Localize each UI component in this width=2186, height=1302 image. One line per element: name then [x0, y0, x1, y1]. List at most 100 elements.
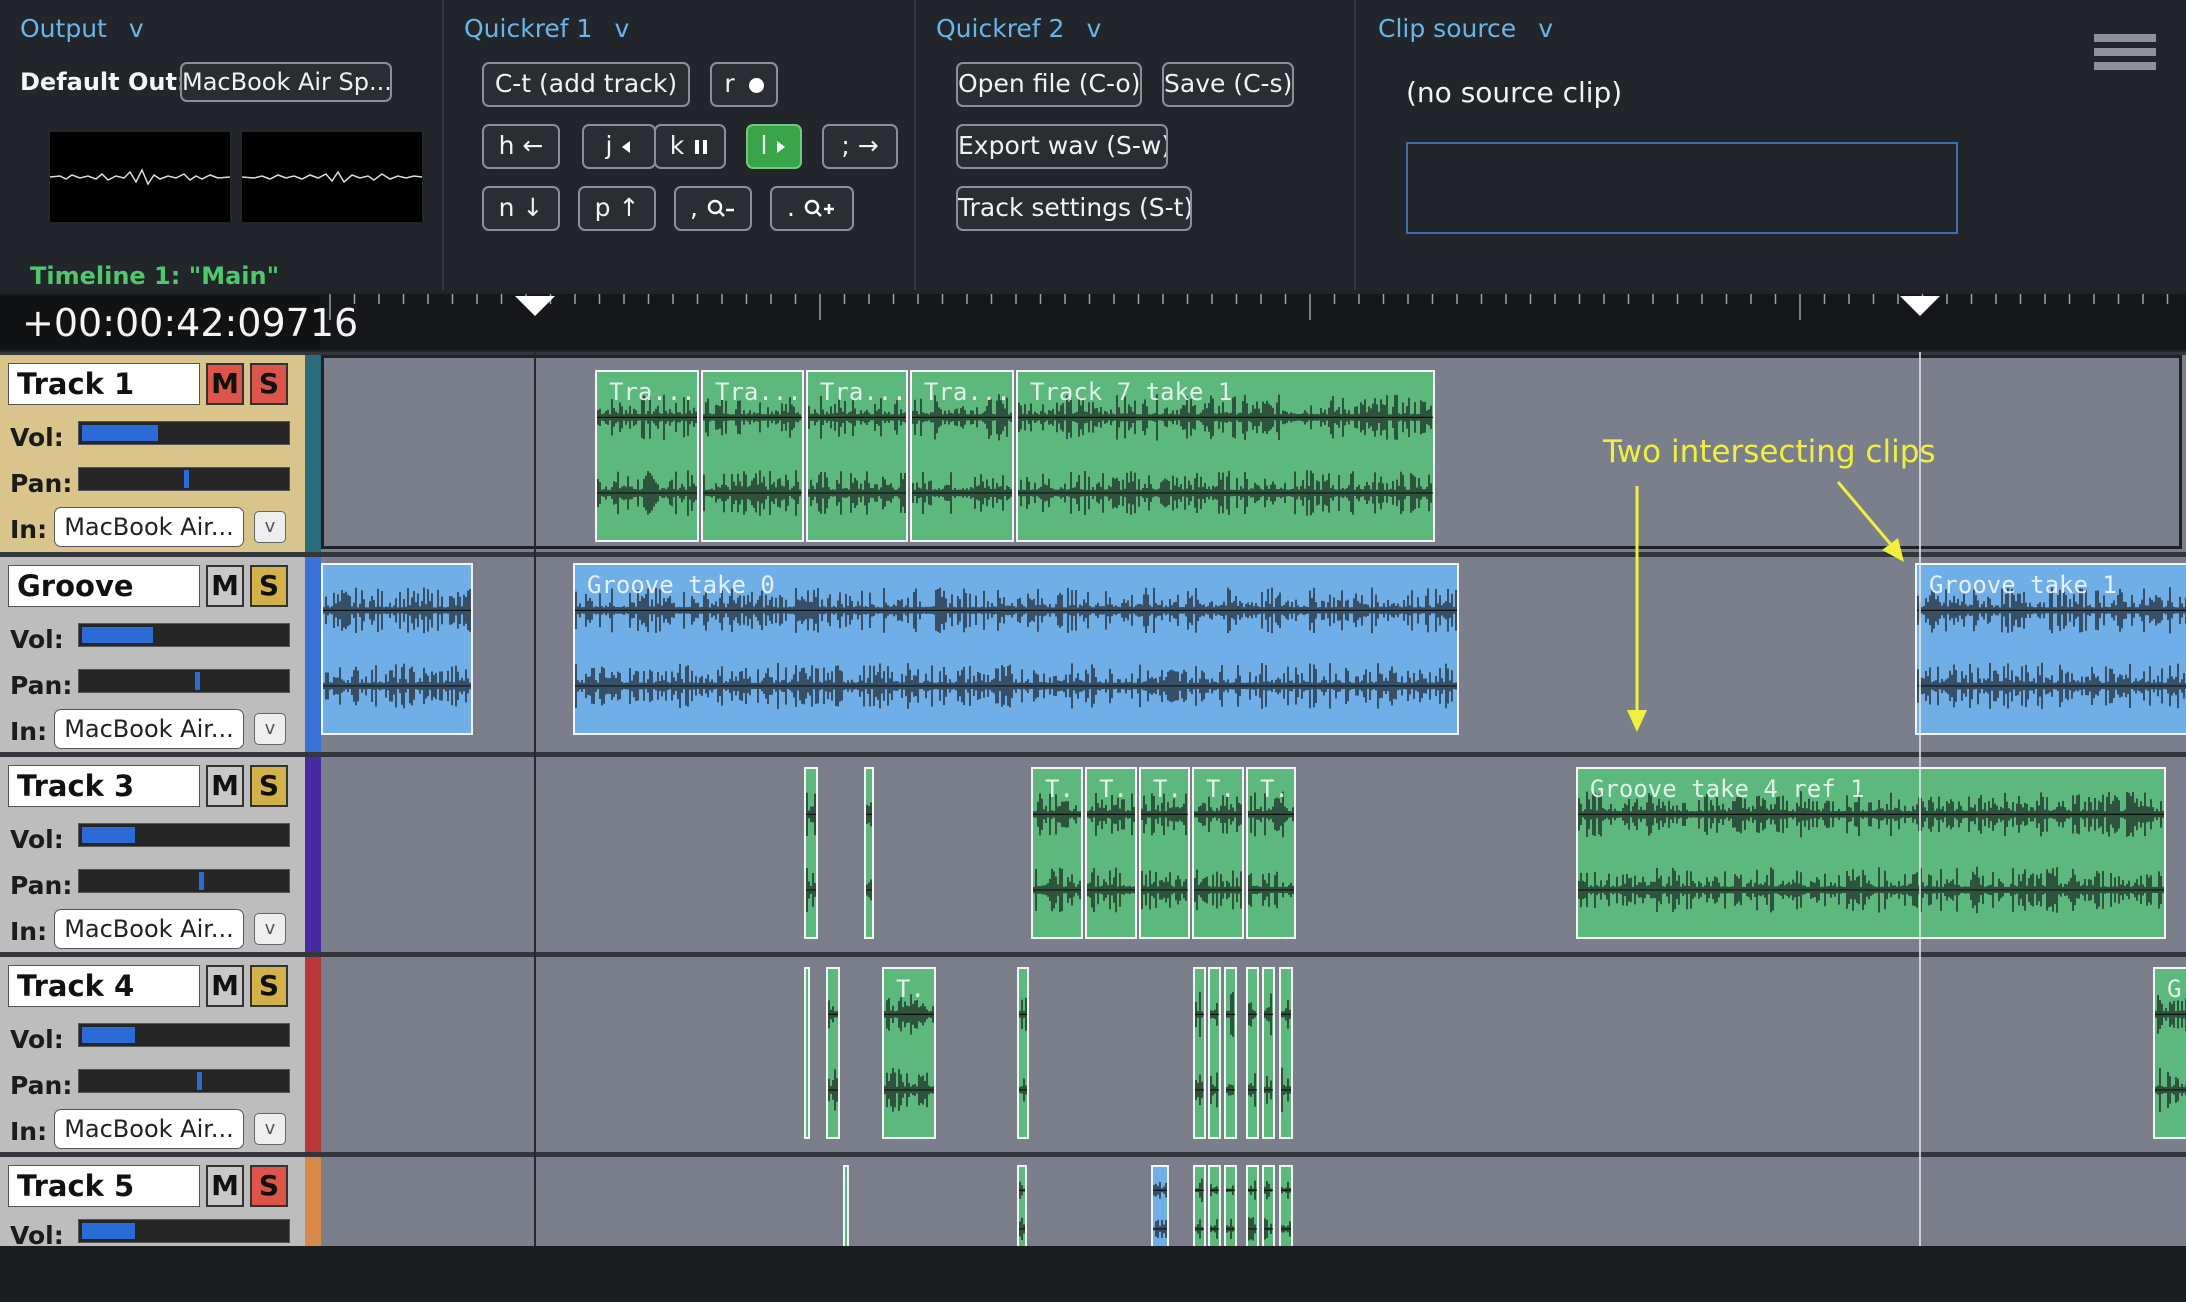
- audio-clip[interactable]: [864, 767, 874, 939]
- audio-clip[interactable]: Tra...: [806, 370, 908, 542]
- input-device-select[interactable]: MacBook Air...: [54, 709, 244, 749]
- audio-clip[interactable]: T.: [1085, 767, 1137, 939]
- audio-clip[interactable]: T.: [882, 967, 936, 1139]
- solo-button[interactable]: S: [250, 363, 288, 405]
- audio-clip[interactable]: [1151, 1165, 1169, 1255]
- clip-source-panel-header[interactable]: Clip source v: [1378, 14, 1553, 43]
- quickref2-panel-header[interactable]: Quickref 2 v: [936, 14, 1101, 43]
- solo-button[interactable]: S: [250, 965, 288, 1007]
- audio-clip[interactable]: Track 7 take 1: [1016, 370, 1435, 542]
- input-device-select[interactable]: MacBook Air...: [54, 1109, 244, 1149]
- audio-clip[interactable]: Tra...: [701, 370, 804, 542]
- mute-button[interactable]: M: [206, 965, 244, 1007]
- audio-clip[interactable]: [804, 767, 818, 939]
- audio-clip[interactable]: Groove take 4 ref 1: [1576, 767, 2166, 939]
- input-device-select[interactable]: MacBook Air...: [54, 909, 244, 949]
- audio-clip[interactable]: [321, 563, 473, 735]
- playhead-timecode: +00:00:42:09716: [0, 296, 358, 350]
- play-button[interactable]: l: [746, 124, 802, 169]
- audio-clip[interactable]: T.: [1246, 767, 1296, 939]
- save-button[interactable]: Save (C-s): [1162, 62, 1294, 107]
- clip-title: Tra...: [820, 378, 907, 406]
- rewind-button[interactable]: j: [582, 124, 656, 169]
- audio-clip[interactable]: T.: [1031, 767, 1083, 939]
- track-name-field[interactable]: Groove: [8, 565, 200, 607]
- arrow-up-icon: ↑: [618, 193, 640, 222]
- chevron-down-icon[interactable]: v: [254, 713, 286, 745]
- mute-button[interactable]: M: [206, 363, 244, 405]
- mute-button[interactable]: M: [206, 1165, 244, 1207]
- solo-button[interactable]: S: [250, 565, 288, 607]
- pan-slider[interactable]: [78, 869, 290, 893]
- audio-clip[interactable]: [1262, 967, 1275, 1139]
- audio-clip[interactable]: [1279, 967, 1293, 1139]
- audio-clip[interactable]: Groove take 1: [1915, 563, 2186, 735]
- audio-clip[interactable]: Tra...: [595, 370, 699, 542]
- audio-clip[interactable]: Groove take 0: [573, 563, 1459, 735]
- track-name-field[interactable]: Track 3: [8, 765, 200, 807]
- hamburger-menu-icon[interactable]: [2094, 34, 2156, 82]
- quickref1-panel-header[interactable]: Quickref 1 v: [464, 14, 629, 43]
- add-track-button[interactable]: C-t (add track): [482, 62, 690, 107]
- audio-clip[interactable]: [1262, 1165, 1275, 1255]
- solo-button[interactable]: S: [250, 1165, 288, 1207]
- audio-clip[interactable]: [1017, 1165, 1027, 1255]
- open-file-button[interactable]: Open file (C-o): [956, 62, 1142, 107]
- audio-clip[interactable]: [1193, 1165, 1206, 1255]
- solo-button[interactable]: S: [250, 765, 288, 807]
- zoom-in-button[interactable]: .: [770, 186, 854, 231]
- audio-clip[interactable]: [1017, 967, 1029, 1139]
- volume-slider[interactable]: [78, 1023, 290, 1047]
- track-name-field[interactable]: Track 5: [8, 1165, 200, 1207]
- track-down-button[interactable]: n ↓: [482, 186, 560, 231]
- audio-clip[interactable]: [1246, 967, 1259, 1139]
- volume-slider[interactable]: [78, 421, 290, 445]
- chevron-down-icon[interactable]: v: [254, 913, 286, 945]
- track-settings-button[interactable]: Track settings (S-t): [956, 186, 1192, 231]
- move-left-button[interactable]: h ←: [482, 124, 560, 169]
- volume-slider[interactable]: [78, 1219, 290, 1243]
- move-right-button[interactable]: ; →: [822, 124, 898, 169]
- audio-clip[interactable]: [826, 967, 840, 1139]
- audio-clip[interactable]: Tra...: [910, 370, 1014, 542]
- pan-slider[interactable]: [78, 1069, 290, 1093]
- track-name-field[interactable]: Track 4: [8, 965, 200, 1007]
- track-up-button[interactable]: p ↑: [578, 186, 656, 231]
- track-lane[interactable]: Track 3 M S Vol: Pan: In: MacBook Air...…: [0, 752, 2186, 952]
- output-device-select[interactable]: MacBook Air Sp...: [180, 62, 392, 102]
- pause-button[interactable]: k: [654, 124, 726, 169]
- pan-label: Pan:: [10, 469, 73, 498]
- chevron-down-icon[interactable]: v: [254, 511, 286, 543]
- audio-clip[interactable]: [1224, 967, 1237, 1139]
- track-lane[interactable]: Groove M S Vol: Pan: In: MacBook Air... …: [0, 552, 2186, 752]
- audio-clip[interactable]: [1279, 1165, 1293, 1255]
- audio-clip[interactable]: [1208, 967, 1221, 1139]
- track-lane[interactable]: Track 5 M S Vol:: [0, 1152, 2186, 1255]
- audio-clip[interactable]: [804, 967, 810, 1139]
- audio-clip[interactable]: T.: [1139, 767, 1190, 939]
- audio-clip[interactable]: [1246, 1165, 1259, 1255]
- audio-clip[interactable]: G: [2153, 967, 2186, 1139]
- volume-slider[interactable]: [78, 623, 290, 647]
- volume-slider[interactable]: [78, 823, 290, 847]
- track-lane[interactable]: Track 4 M S Vol: Pan: In: MacBook Air...…: [0, 952, 2186, 1152]
- output-panel-header[interactable]: Output v: [20, 14, 144, 43]
- chevron-down-icon[interactable]: v: [254, 1113, 286, 1145]
- quickref2-panel: Quickref 2 v Open file (C-o) Save (C-s) E…: [916, 0, 1356, 290]
- track-name-field[interactable]: Track 1: [8, 363, 200, 405]
- clip-source-preview[interactable]: [1406, 142, 1958, 234]
- export-wav-button[interactable]: Export wav (S-w): [956, 124, 1168, 169]
- audio-clip[interactable]: [1208, 1165, 1221, 1255]
- audio-clip[interactable]: [843, 1165, 849, 1255]
- input-device-select[interactable]: MacBook Air...: [54, 507, 244, 547]
- audio-clip[interactable]: [1224, 1165, 1237, 1255]
- pan-slider[interactable]: [78, 467, 290, 491]
- zoom-out-button[interactable]: ,: [674, 186, 752, 231]
- pan-slider[interactable]: [78, 669, 290, 693]
- record-button[interactable]: r: [710, 62, 778, 107]
- mute-button[interactable]: M: [206, 765, 244, 807]
- audio-clip[interactable]: [1193, 967, 1206, 1139]
- audio-clip[interactable]: T.: [1192, 767, 1244, 939]
- pan-label: Pan:: [10, 1071, 73, 1100]
- mute-button[interactable]: M: [206, 565, 244, 607]
